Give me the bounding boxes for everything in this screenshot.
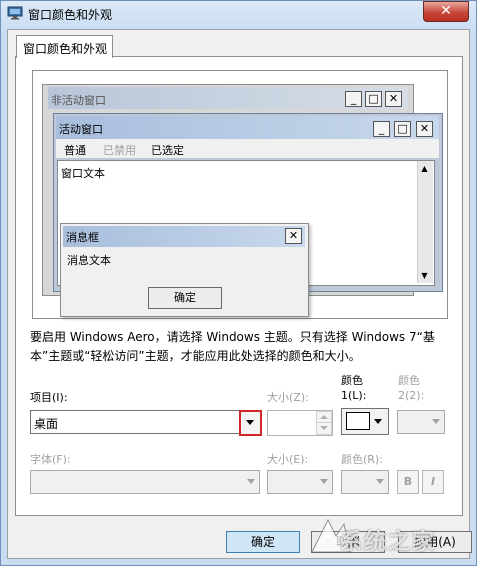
dropdown-arrow-icon: [374, 419, 382, 424]
item-dropdown-button[interactable]: [239, 410, 262, 436]
maximize-icon: □: [394, 121, 411, 137]
scroll-down-icon[interactable]: ▼: [417, 268, 432, 283]
description-text: 要启用 Windows Aero，请选择 Windows 主题。只有选择 Win…: [30, 330, 435, 363]
close-icon: ✕: [440, 3, 452, 19]
dropdown-arrow-icon: [247, 479, 255, 484]
scrollbar[interactable]: [417, 161, 433, 283]
minimize-icon: _: [345, 91, 362, 107]
font-color-label: 颜色(R):: [341, 453, 383, 466]
item-value: 桌面: [34, 417, 59, 431]
color1-label-line1: 颜色: [341, 374, 363, 387]
close-button[interactable]: ✕: [423, 1, 469, 22]
color2-picker[interactable]: [397, 410, 445, 434]
window-title: 窗口颜色和外观: [28, 8, 113, 22]
font-color-picker[interactable]: [341, 470, 389, 494]
color1-label-line2: 1(L):: [341, 389, 367, 402]
close-icon: ✕: [385, 91, 402, 107]
window-text: 窗口文本: [61, 167, 105, 180]
italic-button[interactable]: I: [422, 470, 444, 494]
bold-button[interactable]: B: [397, 470, 419, 494]
ok-label: 确定: [250, 535, 275, 549]
close-icon: ✕: [416, 121, 433, 137]
menu-item-selected[interactable]: 已选定: [151, 142, 184, 158]
ok-button[interactable]: 确定: [226, 531, 300, 553]
message-box-ok-button[interactable]: 确定: [148, 287, 222, 309]
message-box-title-bar[interactable]: [63, 226, 305, 247]
item-size-label: 大小(Z):: [267, 391, 309, 404]
tab-window-color[interactable]: 窗口颜色和外观: [16, 35, 113, 58]
scroll-up-icon[interactable]: ▲: [417, 161, 432, 176]
inactive-window-title: 非活动窗口: [51, 94, 106, 107]
font-size-select[interactable]: [267, 470, 333, 494]
color2-label-line1: 颜色: [398, 374, 420, 387]
spin-down-icon[interactable]: [316, 422, 332, 435]
dropdown-arrow-icon: [320, 479, 328, 484]
color1-swatch: [346, 412, 370, 430]
dropdown-arrow-icon: [246, 420, 254, 425]
message-text: 消息文本: [67, 254, 111, 267]
tab-label: 窗口颜色和外观: [23, 42, 108, 56]
maximize-icon: □: [365, 91, 382, 107]
menu-item-normal[interactable]: 普通: [64, 142, 86, 158]
watermark-text: 系统之家: [340, 530, 437, 555]
message-box-title: 消息框: [66, 231, 99, 244]
dropdown-arrow-icon: [432, 419, 440, 424]
item-label: 项目(I):: [30, 391, 68, 404]
active-window-title: 活动窗口: [59, 123, 103, 136]
dropdown-arrow-icon: [376, 479, 384, 484]
menu-item-disabled[interactable]: 已禁用: [103, 142, 136, 158]
message-box-ok-label: 确定: [174, 291, 196, 304]
minimize-icon: _: [373, 121, 390, 137]
item-select[interactable]: 桌面: [30, 410, 240, 434]
font-label: 字体(F):: [30, 453, 71, 466]
close-icon: ✕: [285, 228, 302, 244]
title-bar[interactable]: 窗口颜色和外观: [0, 0, 475, 28]
font-select[interactable]: [30, 470, 260, 494]
display-settings-icon: [7, 6, 23, 20]
font-size-label: 大小(E):: [267, 453, 309, 466]
color2-label-line2: 2(2):: [398, 389, 425, 402]
